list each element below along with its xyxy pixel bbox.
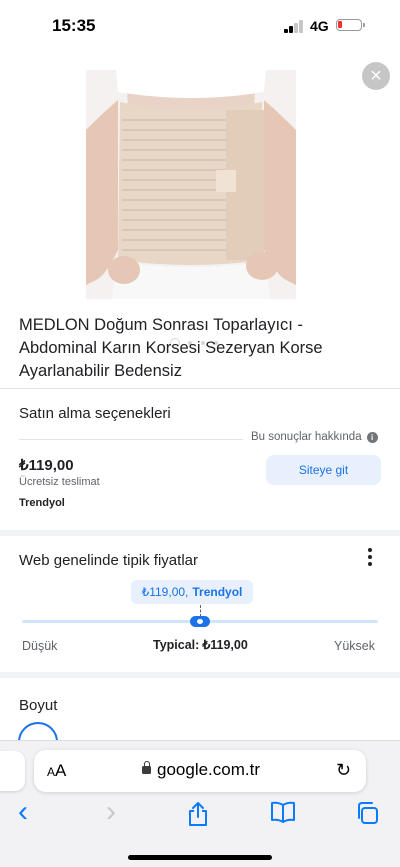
previous-tab-peek[interactable] (0, 751, 25, 791)
more-options-icon[interactable] (368, 548, 372, 566)
info-icon: i (366, 431, 378, 443)
address-bar[interactable]: AA google.com.tr ↻ (34, 750, 366, 792)
close-button[interactable]: × (362, 62, 390, 90)
reader-settings-button[interactable]: AA (47, 761, 66, 781)
shipping-info: Ücretsiz teslimat (19, 476, 100, 488)
about-results-label: Bu sonuçlar hakkında (251, 431, 362, 443)
status-time: 15:35 (52, 16, 96, 35)
browser-toolbar: AA google.com.tr ↻ ‹ › (0, 740, 400, 867)
url-text[interactable]: google.com.tr (157, 760, 260, 780)
divider (0, 388, 400, 389)
battery-icon (336, 19, 365, 31)
bookmarks-button[interactable] (270, 801, 296, 829)
purchase-options-heading: Satın alma seçenekleri (19, 405, 171, 422)
product-title: MEDLON Doğum Sonrası Toparlayıcı - Abdom… (19, 316, 323, 380)
low-label: Düşük (22, 639, 58, 653)
chip-seller: Trendyol (192, 585, 243, 599)
about-results-link[interactable]: Bu sonuçlar hakkında i (251, 431, 378, 443)
seller-name[interactable]: Trendyol (19, 497, 65, 509)
typical-label: Typical: (153, 638, 200, 652)
product-image-carousel[interactable] (0, 54, 400, 348)
price-chip: ₺119,00, Trendyol (131, 580, 253, 604)
book-icon (271, 801, 295, 823)
back-button[interactable]: ‹ (18, 795, 28, 829)
section-separator (0, 530, 400, 536)
go-to-site-button[interactable]: Siteye git (266, 455, 381, 485)
price-range-marker (190, 616, 210, 627)
typical-prices-heading: Web genelinde tipik fiyatlar (19, 552, 198, 569)
bottom-toolbar: ‹ › (0, 795, 400, 837)
home-indicator (128, 855, 272, 860)
status-bar: 15:35 4G (0, 0, 400, 54)
share-button[interactable] (186, 801, 210, 833)
divider (19, 439, 243, 440)
forward-button[interactable]: › (106, 795, 116, 829)
high-label: Yüksek (334, 639, 375, 653)
chip-price: ₺119,00, (141, 585, 189, 599)
tabs-icon (358, 802, 378, 824)
signal-icon (284, 20, 306, 33)
typical-price: Typical: ₺119,00 (150, 637, 248, 652)
reload-icon[interactable]: ↻ (336, 760, 351, 781)
network-type: 4G (310, 18, 329, 34)
size-heading: Boyut (19, 697, 58, 714)
tabs-button[interactable] (355, 801, 379, 831)
close-icon: × (370, 65, 382, 87)
typical-value: ₺119,00 (202, 638, 248, 652)
product-image (86, 70, 296, 299)
lock-icon (142, 761, 151, 774)
offer-price: ₺119,00 (19, 457, 74, 474)
share-icon (189, 802, 207, 826)
section-separator (0, 672, 400, 678)
